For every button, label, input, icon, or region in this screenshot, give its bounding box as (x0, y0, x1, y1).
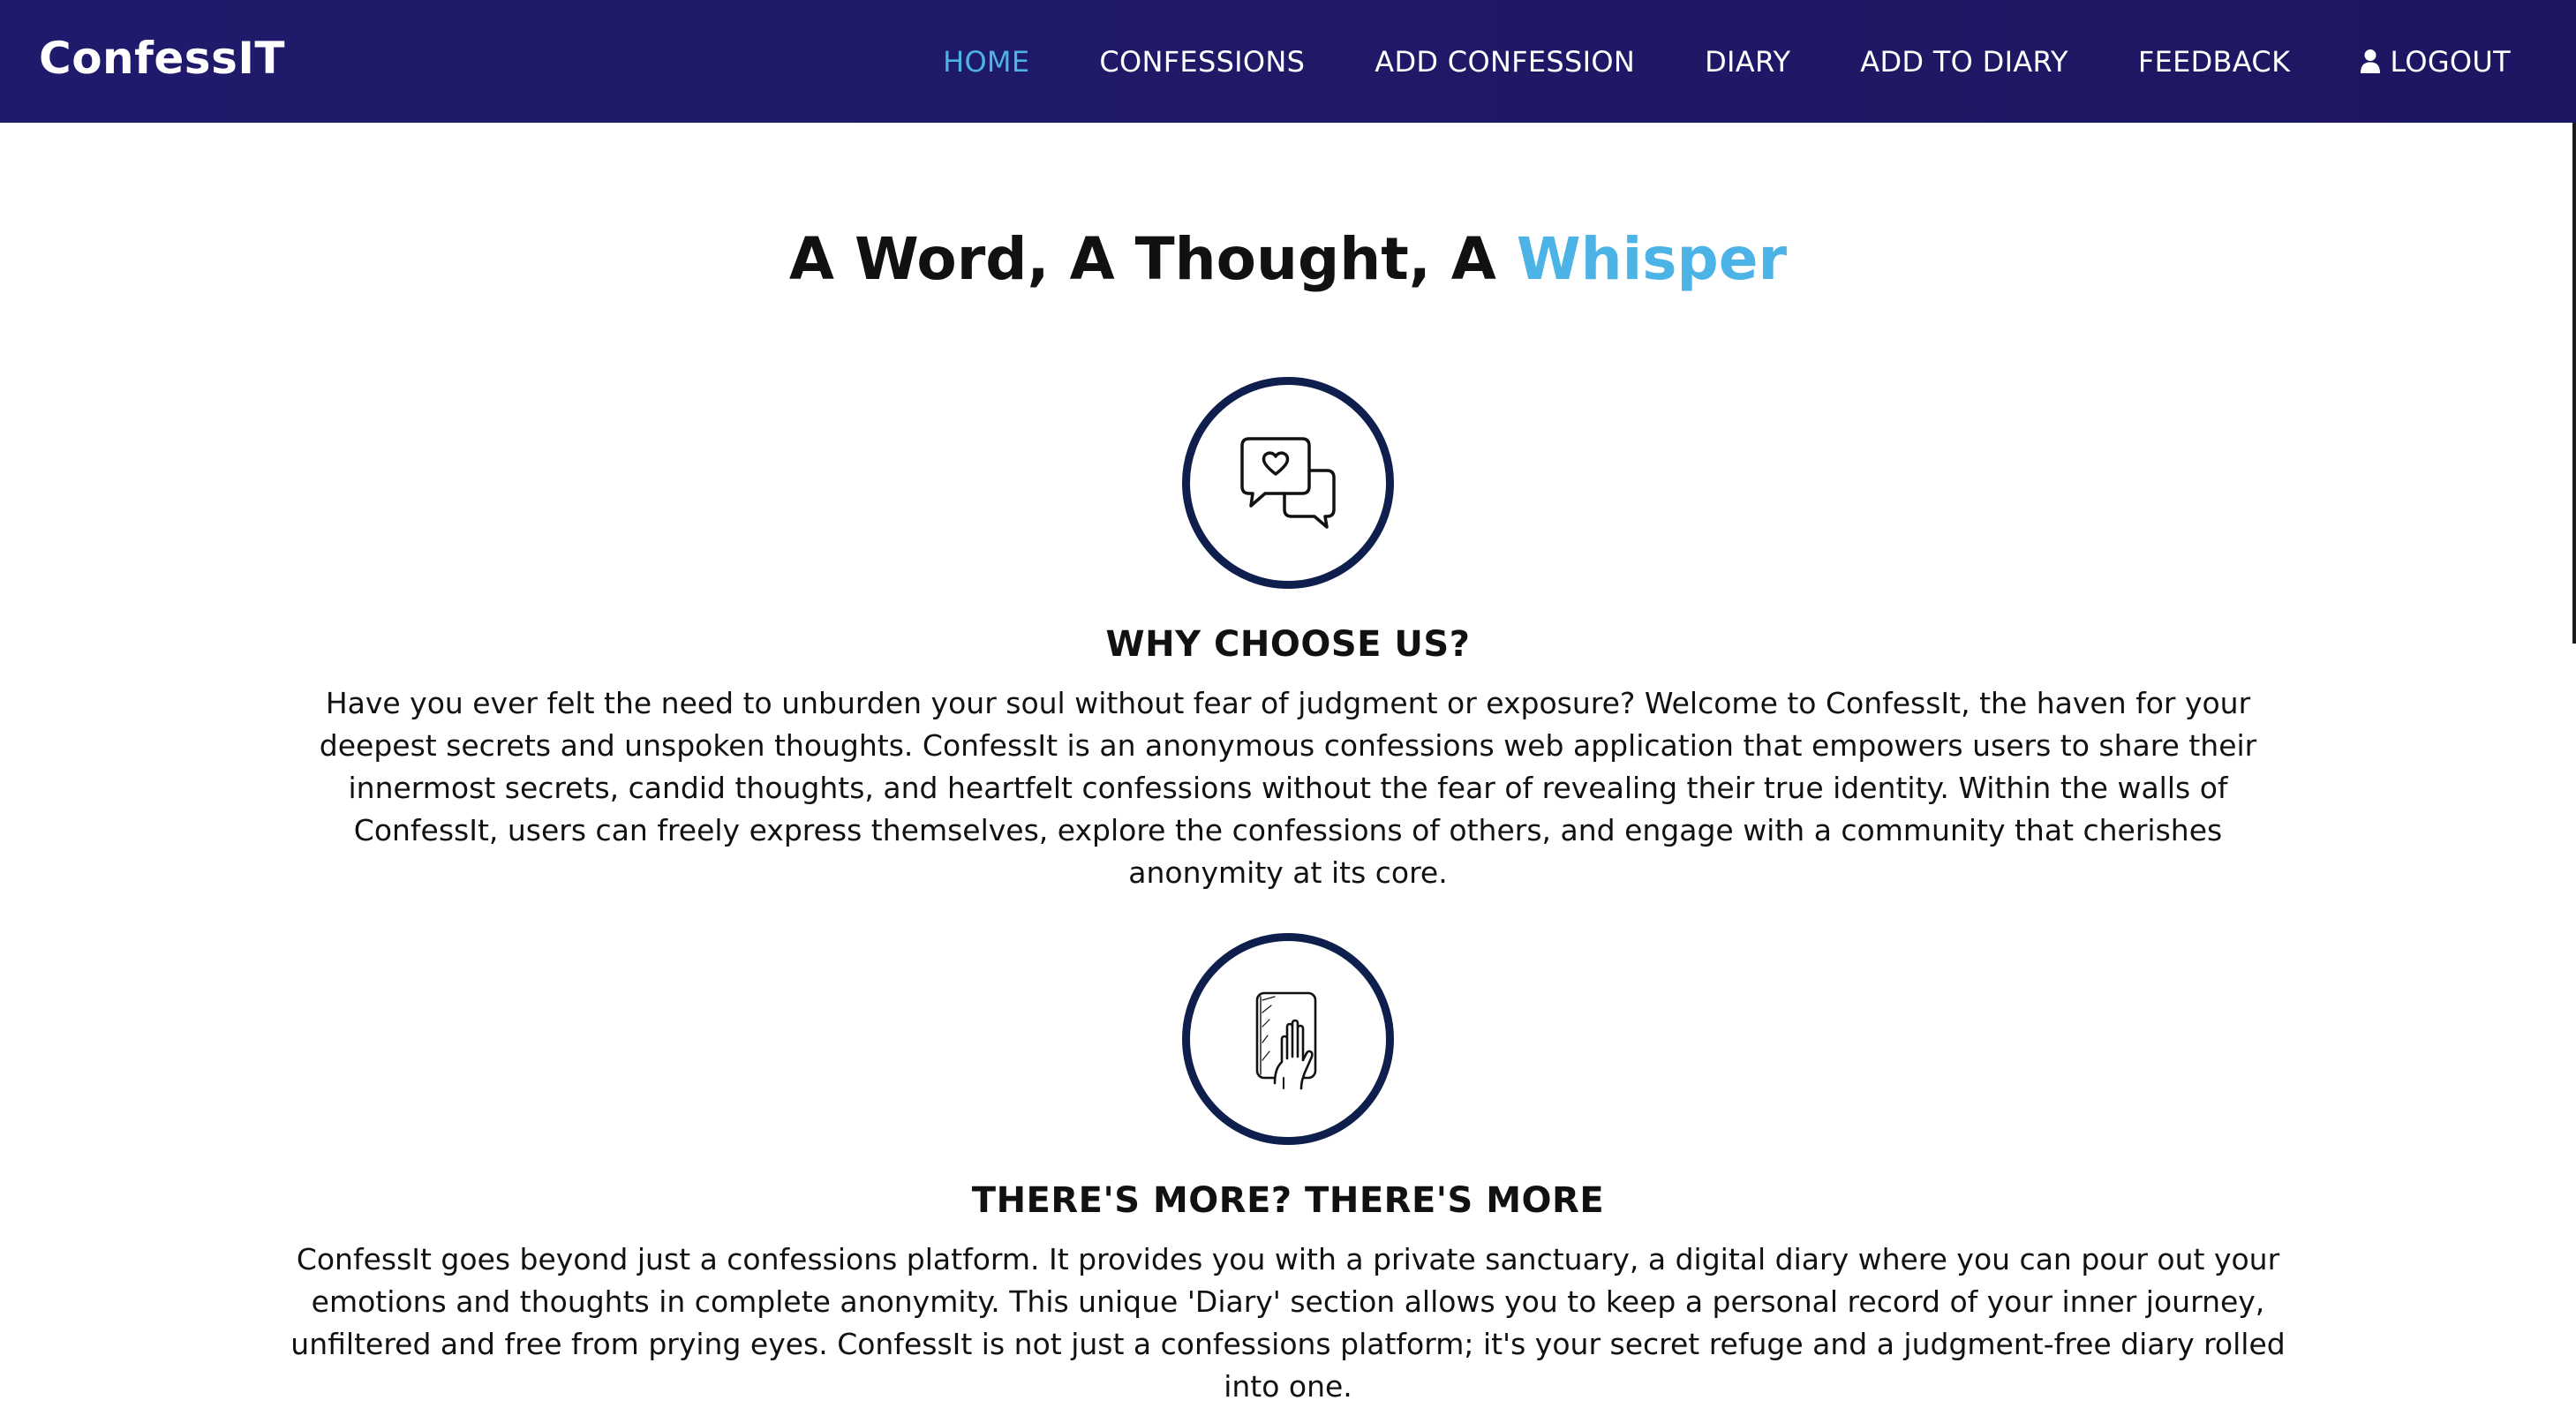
brand-logo[interactable]: ConfessIT (39, 0, 285, 123)
feature-icon-ring (1182, 933, 1394, 1145)
nav-link-diary-label: DIARY (1705, 44, 1791, 79)
feature-description: Have you ever felt the need to unburden … (319, 686, 2257, 890)
user-icon (2361, 49, 2381, 73)
nav-link-feedback[interactable]: FEEDBACK (2138, 45, 2291, 79)
nav-link-diary[interactable]: DIARY (1705, 45, 1790, 79)
hero-title: A Word, A Thought, A Whisper (0, 225, 2576, 293)
nav-menu: HOME CONFESSIONS ADD CONFESSION DIARY AD… (943, 0, 2511, 123)
hero-title-main: A Word, A Thought, A (788, 225, 1517, 293)
nav-link-add-confession[interactable]: ADD CONFESSION (1375, 45, 1635, 79)
hand-on-book-icon (1255, 991, 1317, 1090)
feature-why-choose-us: WHY CHOOSE US? Have you ever felt the ne… (0, 377, 2576, 894)
nav-link-logout-label: LOGOUT (2390, 44, 2511, 79)
feature-description: ConfessIt goes beyond just a confessions… (290, 1242, 2286, 1404)
nav-link-confessions[interactable]: CONFESSIONS (1099, 45, 1305, 79)
nav-link-add-confession-label: ADD CONFESSION (1375, 44, 1636, 79)
feature-heading: WHY CHOOSE US? (1105, 624, 1471, 665)
feature-heading: THERE'S MORE? THERE'S MORE (971, 1180, 1605, 1221)
nav-link-logout[interactable]: LOGOUT (2360, 45, 2511, 79)
nav-link-add-to-diary[interactable]: ADD TO DIARY (1860, 45, 2068, 79)
top-navbar: ConfessIT HOME CONFESSIONS ADD CONFESSIO… (0, 0, 2576, 123)
chat-bubbles-heart-icon (1240, 437, 1336, 529)
nav-link-home[interactable]: HOME (943, 45, 1029, 79)
nav-link-add-to-diary-label: ADD TO DIARY (1860, 44, 2068, 79)
nav-link-home-label: HOME (943, 44, 1030, 79)
hero-title-accent: Whisper (1516, 225, 1788, 293)
nav-link-feedback-label: FEEDBACK (2137, 44, 2291, 79)
feature-icon-ring (1182, 377, 1394, 589)
feature-theres-more: THERE'S MORE? THERE'S MORE ConfessIt goe… (0, 933, 2576, 1408)
nav-link-confessions-label: CONFESSIONS (1099, 44, 1306, 79)
